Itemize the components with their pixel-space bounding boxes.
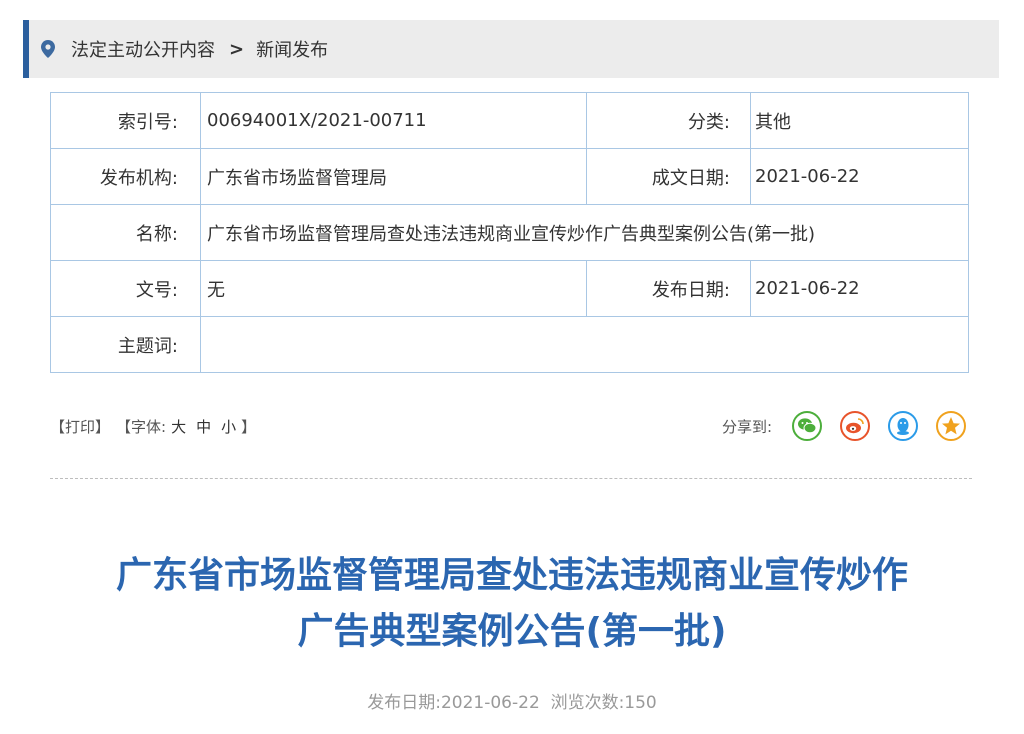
font-large-button[interactable]: 大 [171,418,186,436]
published-date-value: 2021-06-22 [750,260,969,317]
share-buttons [792,411,966,441]
print-button[interactable]: 【打印】 [50,416,110,437]
name-value: 广东省市场监督管理局查处违法违规商业宣传炒作广告典型案例公告(第一批) [200,204,969,261]
name-label: 名称: [50,204,201,261]
created-date-value: 2021-06-22 [750,148,969,205]
breadcrumb: 法定主动公开内容 > 新闻发布 [23,20,999,78]
share-qq-button[interactable] [888,411,918,441]
breadcrumb-link-public-content[interactable]: 法定主动公开内容 [71,36,215,62]
breadcrumb-current-news[interactable]: 新闻发布 [256,36,328,62]
weibo-icon [846,418,864,434]
wechat-icon [798,418,817,434]
share-weibo-button[interactable] [840,411,870,441]
published-date-label: 发布日期: [586,260,751,317]
article-title: 广东省市场监督管理局查处违法违规商业宣传炒作 广告典型案例公告(第一批) [30,548,994,660]
article-meta: 发布日期:2021-06-22 浏览次数:150 [367,693,657,713]
keywords-value [200,316,969,373]
article-toolbar: 【打印】 【字体: 大中小】 分享到: [50,404,968,448]
category-label: 分类: [586,92,751,149]
article-title-line1: 广东省市场监督管理局查处违法违规商业宣传炒作 [115,555,908,596]
qq-icon [897,418,909,435]
org-label: 发布机构: [50,148,201,205]
created-date-label: 成文日期: [586,148,751,205]
index-label: 索引号: [50,92,201,149]
share-label: 分享到: [721,417,772,436]
font-small-button[interactable]: 小 [221,418,236,436]
font-medium-button[interactable]: 中 [196,418,211,436]
org-value: 广东省市场监督管理局 [200,148,587,205]
table-row: 索引号: 00694001X/2021-00711 分类: 其他 [50,92,969,149]
font-size-control: 【字体: 大中小】 [116,416,256,437]
share-qzone-button[interactable] [936,411,966,441]
category-value: 其他 [750,92,969,149]
document-info-table: 索引号: 00694001X/2021-00711 分类: 其他 发布机构: 广… [50,92,969,373]
article-title-line2: 广告典型案例公告(第一批) [297,611,727,652]
font-size-suffix: 】 [241,417,257,436]
location-pin-icon [41,39,57,59]
table-row: 名称: 广东省市场监督管理局查处违法违规商业宣传炒作广告典型案例公告(第一批) [50,204,969,261]
table-row: 发布机构: 广东省市场监督管理局 成文日期: 2021-06-22 [50,148,969,205]
chevron-right-icon: > [229,38,245,60]
keywords-label: 主题词: [50,316,201,373]
divider [50,478,972,479]
font-size-prefix: 【字体: [116,417,167,436]
qzone-icon [942,417,960,435]
table-row: 文号: 无 发布日期: 2021-06-22 [50,260,969,317]
docno-value: 无 [200,260,587,317]
share-wechat-button[interactable] [792,411,822,441]
index-value: 00694001X/2021-00711 [200,92,587,149]
docno-label: 文号: [50,260,201,317]
table-row: 主题词: [50,316,969,373]
